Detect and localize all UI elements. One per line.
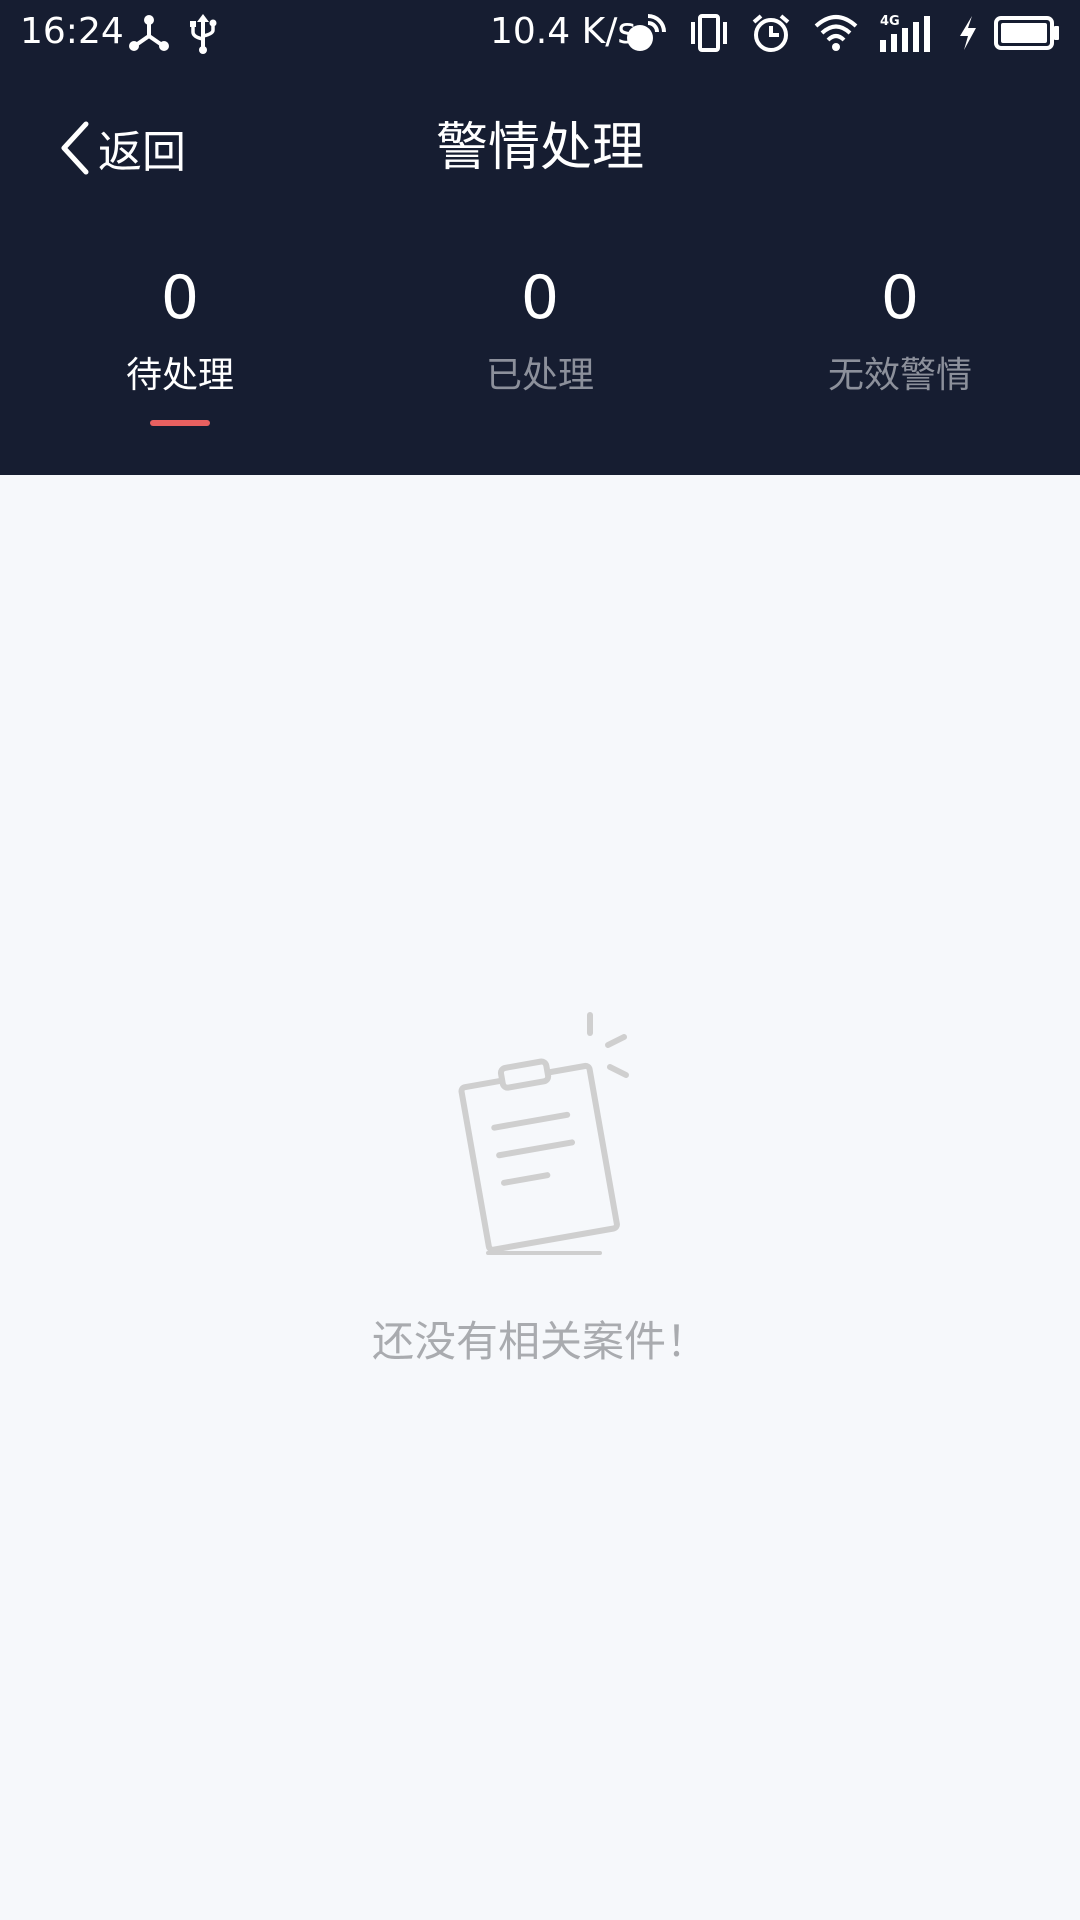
empty-message: 还没有相关案件！ [371,1317,708,1366]
status-bar: 16:24 10.4 K/s 4G [0,0,1080,66]
share-hub-icon [129,15,169,51]
chevron-left-icon [61,121,89,175]
tab-pending-count: 0 [160,263,200,333]
usb-icon [190,14,217,54]
screen: 16:24 10.4 K/s 4G 返回 警情处理 0 待处理 0 已处理 0 … [0,0,1080,1920]
battery-icon [994,16,1059,50]
charging-icon [960,16,976,50]
network-speed: 10.4 K/s [490,11,637,52]
status-time: 16:24 [20,11,124,52]
back-button[interactable]: 返回 [58,115,186,181]
tab-invalid-label: 无效警情 [827,355,972,396]
vibrate-icon [691,14,727,52]
tab-pending[interactable]: 0 待处理 [0,258,360,426]
header: 16:24 10.4 K/s 4G 返回 警情处理 0 待处理 0 已处理 0 … [0,0,1080,475]
active-tab-indicator [150,420,210,426]
wifi-icon [814,15,858,51]
tab-pending-label: 待处理 [125,355,234,396]
signal-label: 4G [880,14,900,29]
signal-4g-icon: 4G [880,14,930,52]
tab-processed-count: 0 [520,263,560,333]
alarm-icon [752,14,790,52]
tab-processed[interactable]: 0 已处理 [360,258,720,404]
tab-invalid[interactable]: 0 无效警情 [720,258,1080,404]
tab-invalid-count: 0 [880,263,920,333]
back-label: 返回 [98,127,186,178]
hotspot-icon [627,14,666,51]
tab-processed-label: 已处理 [485,355,594,396]
clipboard-icon [458,1012,629,1255]
